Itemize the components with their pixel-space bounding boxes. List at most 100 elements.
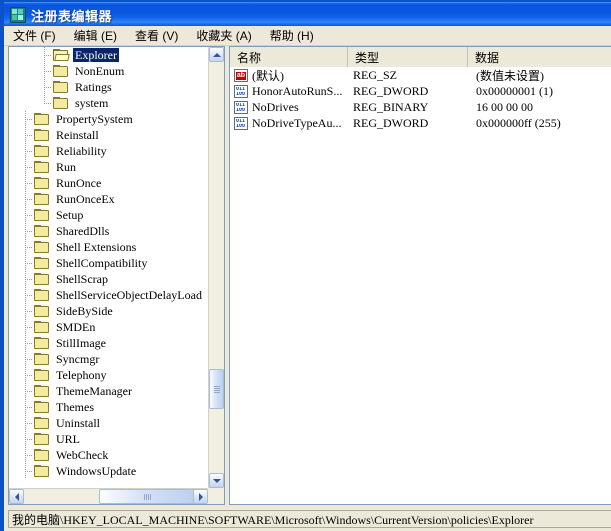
tree-item-label: NonEnum <box>75 64 125 78</box>
tree-item-label: Run <box>56 160 77 174</box>
scroll-up-arrow[interactable] <box>209 47 224 62</box>
tree-item-webcheck[interactable]: WebCheck <box>9 447 208 463</box>
tree-scroll-thumb[interactable] <box>209 369 224 409</box>
column-header-data[interactable]: 数据 <box>468 47 611 67</box>
tree-line-icon <box>17 159 34 175</box>
tree-hscroll-thumb[interactable] <box>99 489 195 504</box>
tree-item-explorer[interactable]: Explorer <box>9 47 208 63</box>
value-name: (默认) <box>252 68 284 83</box>
value-type: REG_SZ <box>353 67 398 82</box>
tree-item-label: Shell Extensions <box>56 240 137 254</box>
tree-connector <box>17 383 34 399</box>
tree-item-syncmgr[interactable]: Syncmgr <box>9 351 208 367</box>
tree-item-label: Telephony <box>56 368 107 382</box>
binary-value-icon: 011 100 <box>234 100 248 114</box>
tree-item-reinstall[interactable]: Reinstall <box>9 127 208 143</box>
tree-item-label: PropertySystem <box>56 112 133 126</box>
title-bar[interactable]: 注册表编辑器 <box>4 2 611 27</box>
tree-line-icon <box>17 287 34 303</box>
tree-item-label: WebCheck <box>56 448 109 462</box>
scroll-down-arrow[interactable] <box>209 473 224 488</box>
values-list[interactable]: ab (默认) REG_SZ (数值未设置) 011 100 HonorAutoRunS..… <box>230 67 611 504</box>
column-header-type[interactable]: 类型 <box>348 47 468 67</box>
menu-help[interactable]: 帮助 (H) <box>261 26 323 45</box>
tree-item-propertysystem[interactable]: PropertySystem <box>9 111 208 127</box>
value-row[interactable]: 011 100 NoDriveTypeAu... REG_DWORD 0x000000f… <box>230 115 611 131</box>
tree-connector <box>17 191 34 207</box>
tree-connector <box>17 239 34 255</box>
scroll-right-arrow[interactable] <box>193 489 208 504</box>
tree-line-icon <box>17 431 34 447</box>
menu-favorites[interactable]: 收藏夹 (A) <box>187 26 260 45</box>
tree-item-label: URL <box>56 432 80 446</box>
folder-icon <box>34 384 50 398</box>
tree-line-icon <box>17 255 34 271</box>
tree-item-windowsupdate[interactable]: WindowsUpdate <box>9 463 208 479</box>
tree-item-setup[interactable]: Setup <box>9 207 208 223</box>
folder-icon <box>34 208 50 222</box>
folder-icon <box>53 80 69 94</box>
tree-line-icon <box>17 335 34 351</box>
binary-value-icon: 011 100 <box>234 116 248 130</box>
tree-item-stillimage[interactable]: StillImage <box>9 335 208 351</box>
tree-horizontal-scrollbar[interactable] <box>9 488 208 504</box>
tree-line-icon <box>17 319 34 335</box>
tree-vertical-scrollbar[interactable] <box>208 47 224 488</box>
folder-icon <box>34 432 50 446</box>
tree-item-runonce[interactable]: RunOnce <box>9 175 208 191</box>
scroll-left-arrow[interactable] <box>9 489 24 504</box>
tree-item-telephony[interactable]: Telephony <box>9 367 208 383</box>
value-data: (数值未设置) <box>476 68 544 83</box>
value-row[interactable]: 011 100 NoDrives REG_BINARY 16 00 00 00 <box>230 99 611 115</box>
column-header-name[interactable]: 名称 <box>230 47 348 67</box>
value-row[interactable]: 011 100 HonorAutoRunS... REG_DWORD 0x0000000… <box>230 83 611 99</box>
tree-item-ratings[interactable]: Ratings <box>9 79 208 95</box>
tree-item-themes[interactable]: Themes <box>9 399 208 415</box>
menu-edit[interactable]: 编辑 (E) <box>65 26 126 45</box>
folder-icon <box>34 224 50 238</box>
value-type: REG_DWORD <box>353 115 429 130</box>
tree-item-nonenum[interactable]: NonEnum <box>9 63 208 79</box>
value-row[interactable]: ab (默认) REG_SZ (数值未设置) <box>230 67 611 83</box>
tree-item-url[interactable]: URL <box>9 431 208 447</box>
tree-item-shareddlls[interactable]: SharedDlls <box>9 223 208 239</box>
tree-connector <box>17 367 34 383</box>
tree-item-label: Explorer <box>73 48 119 62</box>
tree-line-icon <box>17 175 34 191</box>
registry-tree[interactable]: Explorer NonEnum Ratings system PropertySyst… <box>9 47 208 488</box>
tree-item-shellscrap[interactable]: ShellScrap <box>9 271 208 287</box>
tree-item-label: ShellCompatibility <box>56 256 148 270</box>
folder-icon <box>34 272 50 286</box>
tree-item-system[interactable]: system <box>9 95 208 111</box>
tree-item-run[interactable]: Run <box>9 159 208 175</box>
tree-item-runonceex[interactable]: RunOnceEx <box>9 191 208 207</box>
tree-item-label: RunOnce <box>56 176 102 190</box>
tree-item-shellcompatibility[interactable]: ShellCompatibility <box>9 255 208 271</box>
menu-file[interactable]: 文件 (F) <box>4 26 65 45</box>
tree-item-shell-extensions[interactable]: Shell Extensions <box>9 239 208 255</box>
tree-item-smden[interactable]: SMDEn <box>9 319 208 335</box>
menu-view[interactable]: 查看 (V) <box>126 26 187 45</box>
folder-icon <box>34 448 50 462</box>
folder-icon <box>34 400 50 414</box>
tree-connector <box>17 351 34 367</box>
tree-item-sidebyside[interactable]: SideBySide <box>9 303 208 319</box>
tree-line-icon <box>17 191 34 207</box>
tree-item-shellserviceobjectdelayload[interactable]: ShellServiceObjectDelayLoad <box>9 287 208 303</box>
status-bar: 我的电脑\HKEY_LOCAL_MACHINE\SOFTWARE\Microso… <box>4 507 611 531</box>
folder-icon <box>34 144 50 158</box>
tree-item-reliability[interactable]: Reliability <box>9 143 208 159</box>
tree-item-uninstall[interactable]: Uninstall <box>9 415 208 431</box>
folder-icon <box>34 352 50 366</box>
tree-item-thememanager[interactable]: ThemeManager <box>9 383 208 399</box>
tree-connector <box>17 143 34 159</box>
